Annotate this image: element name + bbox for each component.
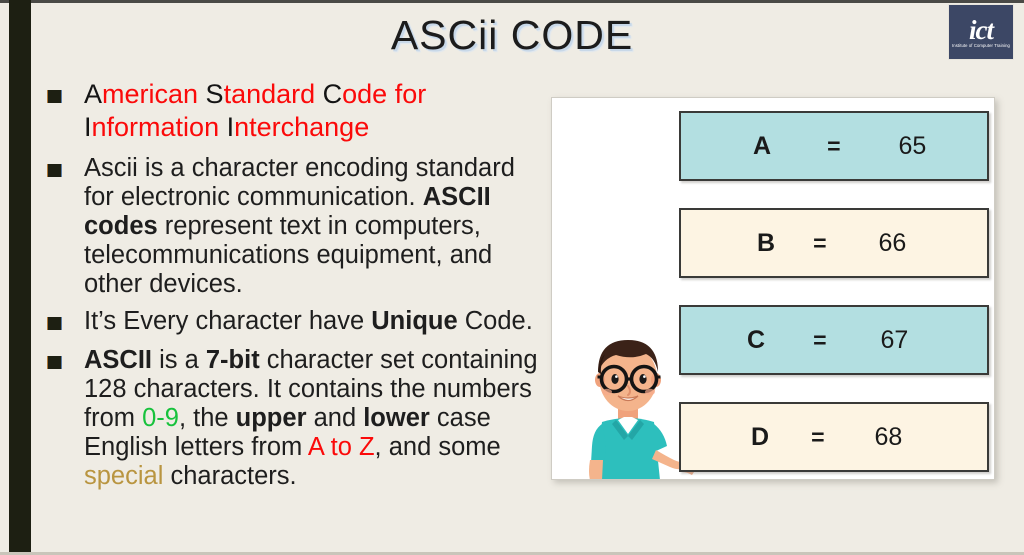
row-letter: D (751, 422, 770, 451)
bullet-marker-icon (47, 90, 62, 103)
page-title: ASCii CODE (390, 12, 634, 58)
bullet-marker-icon (47, 317, 62, 330)
table-row: B = 66 (679, 208, 989, 278)
bullet-text: American Standard Code for Information I… (84, 79, 427, 142)
left-accent-stripe (9, 0, 31, 555)
table-row: D = 68 (679, 402, 989, 472)
table-row: C = 67 (679, 305, 989, 375)
table-row: A = 65 (679, 111, 989, 181)
logo-wordmark: ict (969, 14, 994, 45)
list-item: It’s Every character have Unique Code. (44, 307, 544, 336)
ict-logo: ict Institute of Computer Training (948, 4, 1014, 60)
equals-sign: = (811, 423, 825, 450)
equals-sign: = (813, 229, 827, 256)
row-letter: A (753, 131, 772, 160)
bullet-list: American Standard Code for Information I… (44, 78, 544, 497)
list-item: ASCII is a 7-bit character set containin… (44, 346, 544, 491)
slide-top-edge (0, 0, 1024, 3)
bullet-marker-icon (47, 356, 62, 369)
list-item: American Standard Code for Information I… (44, 78, 544, 144)
bullet-text: Ascii is a character encoding standard f… (84, 154, 515, 298)
list-item: Ascii is a character encoding standard f… (44, 154, 544, 299)
equals-sign: = (827, 132, 841, 159)
ascii-table-panel: A = 65 B = 66 C = 67 D = 68 (551, 97, 995, 480)
bullet-text: ASCII is a 7-bit character set containin… (84, 346, 538, 490)
equals-sign: = (813, 326, 827, 353)
row-code: 68 (874, 422, 903, 451)
row-code: 66 (878, 228, 907, 257)
row-letter: B (757, 228, 776, 257)
bullet-marker-icon (47, 164, 62, 177)
row-code: 65 (898, 131, 927, 160)
row-code: 67 (880, 325, 909, 354)
row-letter: C (747, 325, 766, 354)
logo-subtitle: Institute of Computer Training (952, 42, 1010, 48)
bullet-text: It’s Every character have Unique Code. (84, 307, 533, 335)
slide-canvas: ASCii CODE ict Institute of Computer Tra… (0, 0, 1024, 555)
